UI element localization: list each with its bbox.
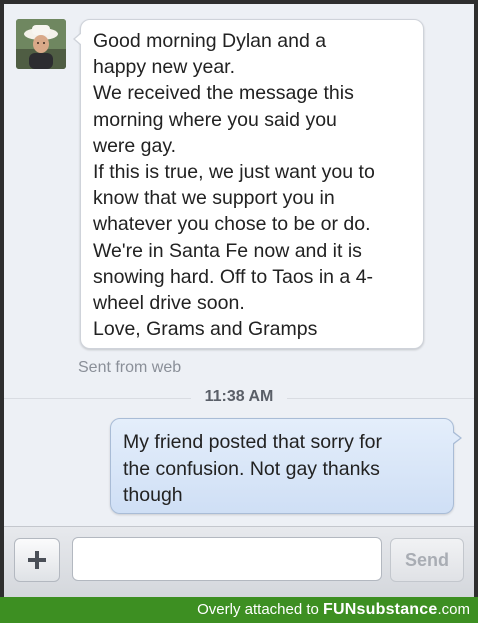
message-line: the confusion. Not gay thanks	[123, 457, 380, 480]
message-line: happy new year.	[93, 56, 236, 79]
message-line: We received the message this	[93, 82, 354, 105]
message-composer: Send	[4, 526, 474, 597]
message-line: wheel drive soon.	[93, 292, 245, 315]
sent-from-label: Sent from web	[78, 359, 182, 376]
message-timestamp: 11:38 AM	[190, 388, 288, 405]
footer-prefix: Overly attached to	[197, 601, 324, 618]
watermark-footer: Overly attached to FUNsubstance.com	[0, 597, 478, 623]
footer-suffix: .com	[437, 601, 470, 618]
message-line: If this is true, we just want you to	[93, 161, 375, 184]
add-attachment-button[interactable]	[14, 538, 60, 582]
plus-icon	[28, 551, 46, 569]
message-line: were gay.	[93, 134, 177, 157]
message-line: whatever you chose to be or do.	[93, 213, 371, 236]
footer-brand[interactable]: FUNsubstance	[323, 601, 437, 618]
message-line: Good morning Dylan and a	[93, 30, 327, 52]
outgoing-message-bubble: My friend posted that sorry for the conf…	[110, 418, 462, 514]
message-line: My friend posted that sorry for	[123, 431, 383, 453]
message-line: We're in Santa Fe now and it is	[93, 239, 362, 262]
chat-screen: Good morning Dylan and a happy new year.…	[4, 4, 474, 597]
message-line: morning where you said you	[93, 108, 337, 131]
message-line: Love, Grams and Gramps	[93, 318, 318, 341]
timestamp-row: 11:38 AM	[4, 388, 474, 406]
sender-avatar[interactable]	[16, 19, 66, 69]
message-line: though	[123, 484, 183, 506]
message-input[interactable]	[72, 537, 382, 581]
incoming-message-bubble: Good morning Dylan and a happy new year.…	[73, 19, 424, 349]
message-line: snowing hard. Off to Taos in a 4-	[93, 265, 374, 288]
message-line: know that we support you in	[93, 187, 335, 210]
send-button[interactable]: Send	[390, 538, 464, 582]
